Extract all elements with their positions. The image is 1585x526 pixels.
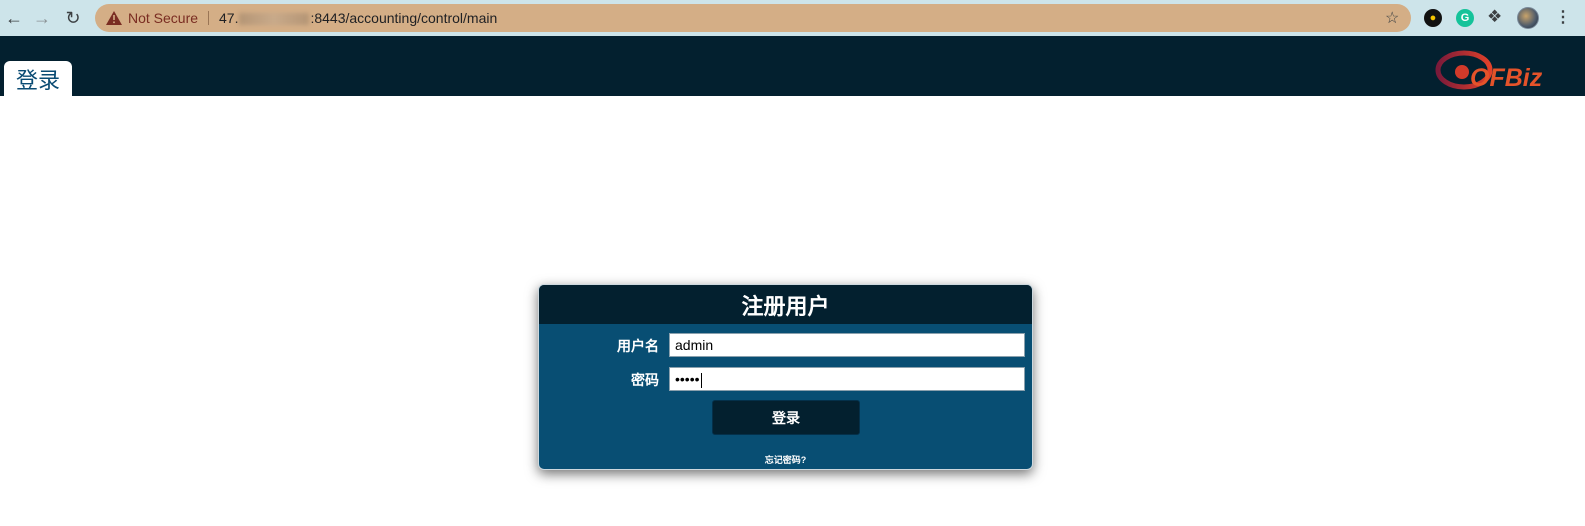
login-submit-button[interactable]: 登录 [712, 400, 860, 435]
tab-login[interactable]: 登录 [4, 61, 72, 96]
ofbiz-logo-text: OFBiz [1470, 64, 1543, 92]
url-prefix: 47. [219, 10, 239, 26]
username-label: 用户名 [617, 338, 659, 354]
forgot-password-link[interactable]: 忘记密码? [539, 453, 1032, 466]
browser-menu-icon[interactable]: ⋮ [1555, 8, 1571, 28]
app-header: 登录 OFBiz [0, 36, 1585, 96]
back-arrow-icon[interactable]: ← [2, 6, 26, 30]
grammarly-extension-icon[interactable]: G [1456, 9, 1474, 27]
lens-extension-icon[interactable]: ● [1424, 9, 1442, 27]
username-input[interactable]: admin [669, 333, 1025, 357]
url-text[interactable]: 47. :8443/accounting/control/main [219, 10, 497, 26]
forward-arrow-icon[interactable]: → [30, 6, 54, 30]
address-bar[interactable]: Not Secure 47. :8443/accounting/control/m… [95, 4, 1411, 32]
text-cursor [700, 372, 702, 388]
bookmark-star-icon[interactable]: ☆ [1385, 8, 1399, 28]
tab-login-label: 登录 [15, 67, 60, 93]
password-input[interactable]: ••••• [669, 367, 1025, 391]
login-panel-header: 注册用户 [539, 285, 1032, 324]
login-panel-title: 注册用户 [741, 293, 830, 319]
password-value: ••••• [675, 371, 700, 387]
url-suffix: :8443/accounting/control/main [310, 10, 498, 26]
ofbiz-logo[interactable]: OFBiz [1434, 42, 1554, 92]
omnibox-divider [208, 11, 209, 25]
extensions-puzzle-icon[interactable]: ❖ [1487, 7, 1502, 27]
browser-toolbar: ← → ↻ Not Secure 47. :8443/accounting/con… [0, 0, 1585, 36]
login-panel: 注册用户 用户名 admin 密码 ••••• 登录 忘记密码? [538, 284, 1033, 470]
username-value: admin [675, 337, 714, 353]
url-redacted [239, 13, 310, 26]
password-label: 密码 [631, 372, 659, 388]
profile-avatar[interactable] [1517, 7, 1539, 29]
reload-icon[interactable]: ↻ [61, 6, 85, 30]
security-status[interactable]: Not Secure [128, 10, 198, 26]
warning-icon[interactable] [106, 11, 122, 25]
